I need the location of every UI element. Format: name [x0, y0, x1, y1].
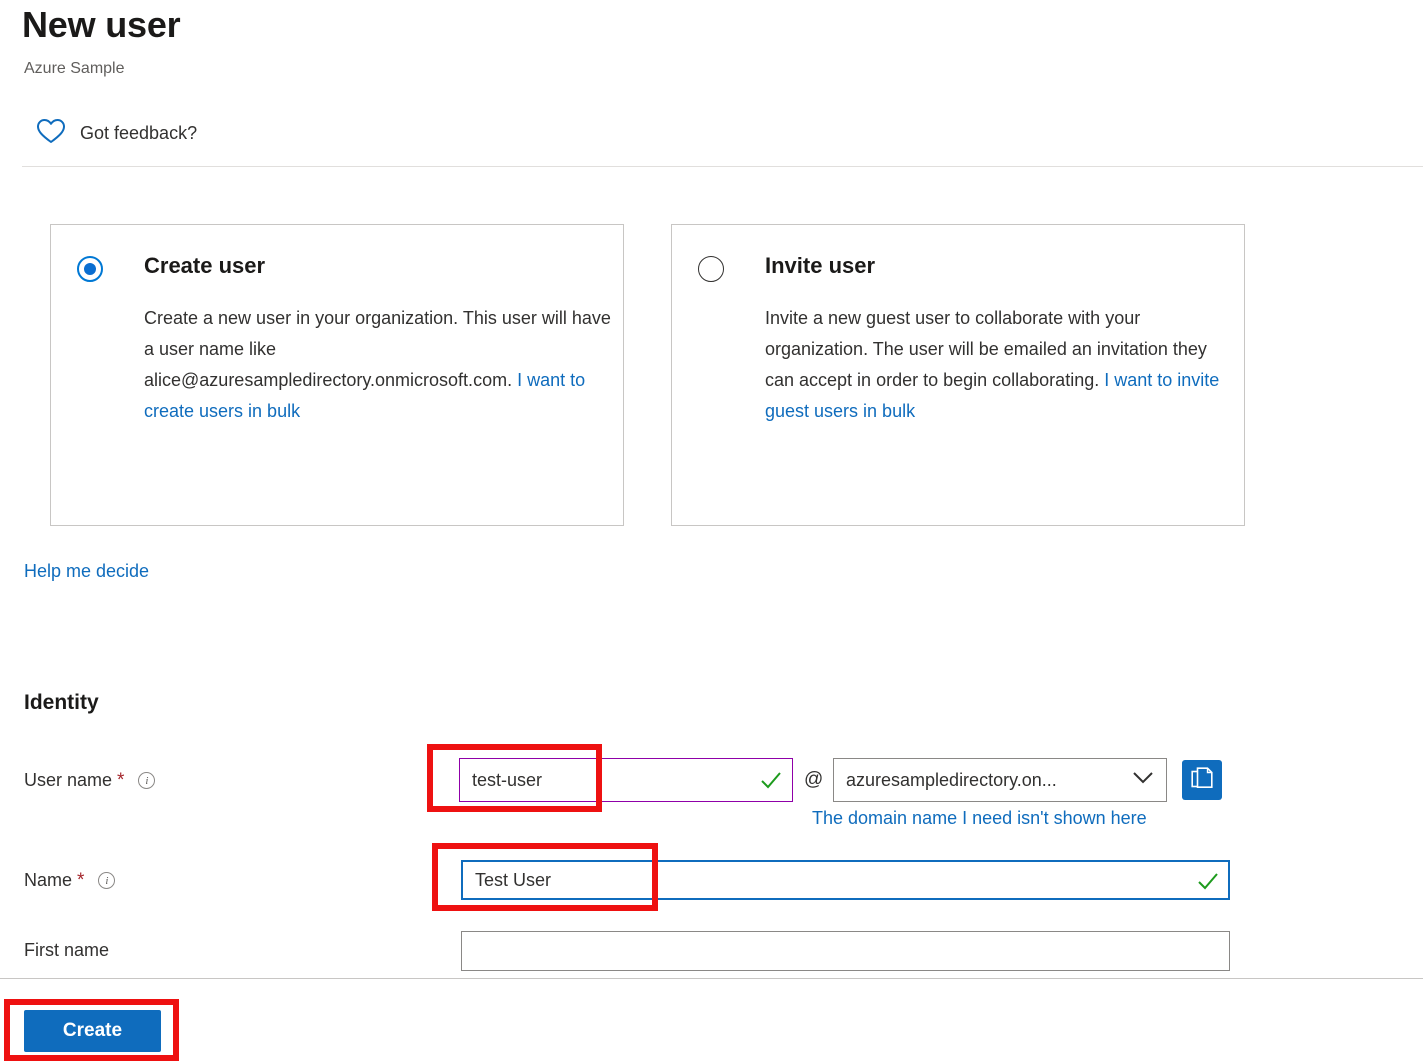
- user-name-label: User name * i: [24, 770, 155, 791]
- option-card-create-user[interactable]: Create user Create a new user in your or…: [50, 224, 624, 526]
- user-name-input[interactable]: [459, 758, 793, 802]
- radio-invite-user[interactable]: [698, 256, 724, 282]
- footer-divider: [0, 978, 1423, 979]
- domain-dropdown-value: azuresampledirectory.on...: [846, 770, 1132, 791]
- page-subtitle: Azure Sample: [24, 60, 125, 78]
- got-feedback-button[interactable]: Got feedback?: [36, 118, 197, 149]
- chevron-down-icon: [1132, 771, 1154, 790]
- first-name-input[interactable]: [461, 931, 1230, 971]
- create-user-title: Create user: [144, 253, 265, 279]
- copy-user-name-button[interactable]: [1182, 760, 1222, 800]
- at-symbol: @: [804, 769, 823, 791]
- user-name-required-marker: *: [117, 771, 124, 790]
- create-user-description: Create a new user in your organization. …: [144, 303, 614, 427]
- name-input[interactable]: [461, 860, 1230, 900]
- radio-create-user[interactable]: [77, 256, 103, 282]
- header-divider: [22, 166, 1423, 167]
- user-name-label-text: User name: [24, 770, 112, 791]
- help-me-decide-link[interactable]: Help me decide: [24, 561, 149, 582]
- name-label: Name * i: [24, 870, 115, 891]
- first-name-label: First name: [24, 940, 109, 961]
- got-feedback-label: Got feedback?: [80, 123, 197, 144]
- info-icon[interactable]: i: [98, 872, 115, 889]
- create-button[interactable]: Create: [24, 1010, 161, 1052]
- invite-user-description: Invite a new guest user to collaborate w…: [765, 303, 1235, 427]
- info-icon[interactable]: i: [138, 772, 155, 789]
- invite-user-title: Invite user: [765, 253, 875, 279]
- option-card-invite-user[interactable]: Invite user Invite a new guest user to c…: [671, 224, 1245, 526]
- domain-not-shown-link[interactable]: The domain name I need isn't shown here: [812, 808, 1147, 829]
- domain-dropdown[interactable]: azuresampledirectory.on...: [833, 758, 1167, 802]
- first-name-label-text: First name: [24, 940, 109, 961]
- name-required-marker: *: [77, 871, 84, 890]
- page-title: New user: [22, 4, 180, 46]
- identity-section-title: Identity: [24, 691, 99, 715]
- heart-icon: [36, 118, 66, 149]
- name-label-text: Name: [24, 870, 72, 891]
- copy-icon: [1191, 767, 1213, 794]
